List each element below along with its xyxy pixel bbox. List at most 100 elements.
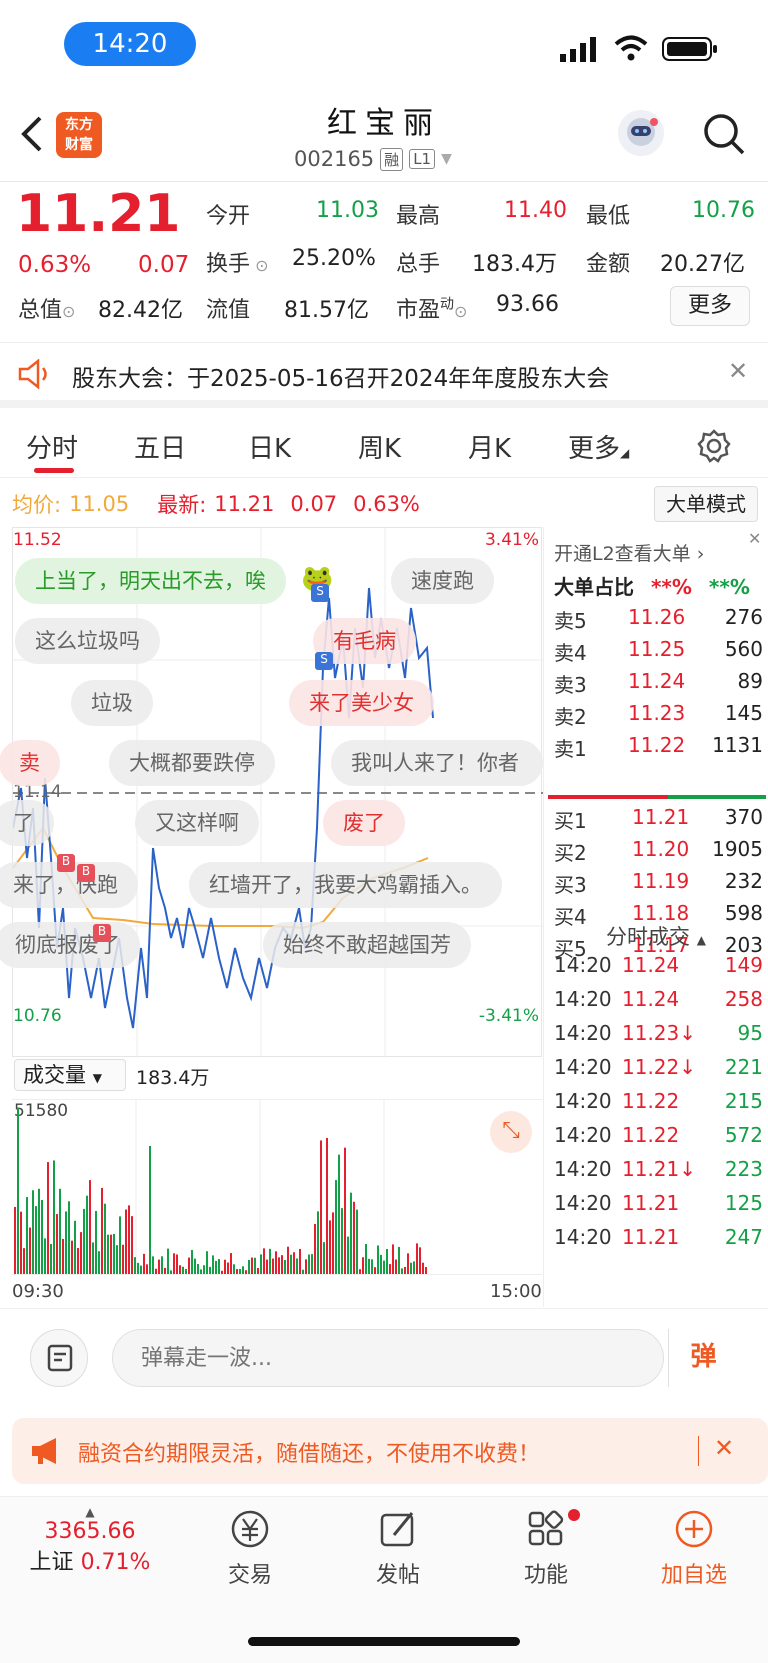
volume-bar: [170, 1270, 172, 1274]
trade-row: 14:20 11.21 247: [554, 1225, 763, 1249]
volume-bar: [314, 1223, 316, 1274]
promo-divider: [698, 1436, 699, 1466]
volume-bar: [29, 1227, 31, 1274]
volume-bar: [353, 1201, 355, 1274]
tab-intraday[interactable]: 分时: [26, 428, 78, 465]
more-button[interactable]: 更多: [670, 286, 750, 326]
volume-bar: [248, 1260, 250, 1274]
tab-month-k[interactable]: 月K: [468, 428, 511, 465]
volume-bar: [80, 1232, 82, 1274]
volume-bar: [122, 1244, 124, 1274]
nav-add-watchlist[interactable]: 加自选: [644, 1507, 744, 1589]
volume-bar: [317, 1211, 319, 1274]
close-icon[interactable]: ✕: [728, 357, 748, 385]
volume-bar: [116, 1245, 118, 1274]
trade-row: 14:20 11.24 258: [554, 987, 763, 1011]
high-value: 11.40: [504, 198, 567, 223]
volume-bar: [350, 1192, 352, 1274]
big-order-mode-button[interactable]: 大单模式: [654, 486, 758, 522]
volume-bar: [26, 1197, 28, 1274]
ask-row: 卖4 11.25 560: [554, 637, 763, 665]
volume-bar: [125, 1209, 127, 1274]
volume-bar: [152, 1256, 154, 1274]
volume-bar: [392, 1244, 394, 1274]
tab-more[interactable]: 更多◢: [568, 428, 629, 465]
volume-bar: [377, 1245, 379, 1274]
trade-row: 14:20 11.22 572: [554, 1123, 763, 1147]
tab-week-k[interactable]: 周K: [358, 428, 401, 465]
danmaku-input[interactable]: [112, 1329, 664, 1387]
volume-bar: [245, 1270, 247, 1274]
volume-bar: [347, 1236, 349, 1274]
stock-title: 红宝丽: [327, 106, 441, 141]
volume-bar: [134, 1257, 136, 1274]
danmaku-item: 红墙开了，我要大鸡霸插入。: [189, 862, 502, 908]
danmaku-item: 了: [0, 800, 54, 846]
volume-bar: [338, 1154, 340, 1274]
tab-day-k[interactable]: 日K: [248, 428, 291, 465]
pe-label: 市盈动⊙: [396, 296, 468, 323]
intraday-chart[interactable]: 11.52 10.76 3.41% -3.41% 11.14 上当了，明天出不去…: [0, 527, 543, 1058]
index-ticker[interactable]: ▲ 3365.66 上证 0.71%: [20, 1505, 160, 1576]
nav-trade[interactable]: 交易: [200, 1507, 300, 1589]
promo-text: 融资合约期限灵活，随借随还，不使用不收费！: [78, 1442, 541, 1467]
volume-bar: [329, 1220, 331, 1274]
order-book: 开通L2查看大单 › ✕ 大单占比 **% **% 卖5 11.26 276 卖4 11…: [543, 527, 768, 1307]
trade-row: 14:20 11.22 215: [554, 1089, 763, 1113]
danmaku-item: 垃圾: [71, 680, 153, 726]
avg-label: 均价:: [12, 493, 62, 517]
volume-bar: [218, 1259, 220, 1274]
gear-icon[interactable]: [696, 428, 732, 464]
signal-icon: [560, 36, 600, 62]
volume-bar: [191, 1249, 193, 1274]
badge-rong: 融: [380, 147, 404, 171]
volume-bar: [254, 1257, 256, 1274]
chart-info-line: 均价: 11.05 最新: 11.21 0.07 0.63%: [12, 488, 420, 520]
volume-bar: [242, 1266, 244, 1274]
volume-selector[interactable]: 成交量 ▼: [14, 1059, 126, 1091]
nav-function[interactable]: 功能: [496, 1507, 596, 1589]
volume-bar: [260, 1254, 262, 1274]
send-danmaku-button[interactable]: 弹: [668, 1329, 738, 1387]
bottom-nav: ▲ 3365.66 上证 0.71% 交易 发帖 功能 加自选: [0, 1496, 768, 1663]
volume-bar: [53, 1160, 55, 1274]
notice-bar[interactable]: 股东大会：于2025-05-16召开2024年年度股东大会 ✕: [0, 342, 768, 408]
notice-text: 股东大会：于2025-05-16召开2024年年度股东大会: [72, 366, 610, 392]
volume-bar: [395, 1259, 397, 1274]
close-icon[interactable]: ✕: [714, 1434, 734, 1462]
danmaku-settings-icon[interactable]: [30, 1329, 88, 1387]
volume-bar: [362, 1257, 364, 1274]
robot-assistant-icon[interactable]: [618, 110, 664, 156]
danmaku-item: 上当了，明天出不去，唉: [15, 558, 286, 604]
high-label: 最高: [396, 204, 441, 229]
buy-marker-icon: B: [93, 924, 111, 942]
app-logo: 东方 财富: [56, 112, 102, 158]
volume-bar: [41, 1199, 43, 1274]
stock-code-row[interactable]: 002165 融 L1 ▼: [294, 144, 452, 174]
pe-value: 93.66: [496, 292, 559, 317]
volume-bar: [212, 1255, 214, 1274]
volume-bar: [185, 1268, 187, 1274]
tab-5day[interactable]: 五日: [134, 428, 186, 465]
nav-post[interactable]: 发帖: [348, 1507, 448, 1589]
volume-bar: [410, 1262, 412, 1274]
volume-bar: [224, 1259, 226, 1274]
l2-upgrade-link[interactable]: 开通L2查看大单 ›: [554, 539, 704, 566]
volume-bar: [380, 1254, 382, 1274]
promo-banner[interactable]: 融资合约期限灵活，随借随还，不使用不收费！ ✕: [12, 1418, 768, 1484]
volume-bar: [275, 1251, 277, 1274]
status-time: 14:20: [64, 22, 196, 66]
search-icon[interactable]: [702, 112, 746, 156]
danmaku-item: 我叫人来了！你者: [331, 740, 543, 786]
latest-change: 0.07: [290, 492, 338, 516]
badge-l1: L1: [409, 149, 436, 169]
volume-bar: [230, 1253, 232, 1274]
close-icon[interactable]: ✕: [748, 529, 761, 548]
volume-bar: [50, 1243, 52, 1274]
expand-icon[interactable]: ⤡: [490, 1111, 532, 1153]
volume-bar: [110, 1234, 112, 1274]
volume-bar: [332, 1212, 334, 1274]
volume-bar: [371, 1259, 373, 1274]
back-icon[interactable]: [18, 114, 46, 154]
mktcap-label: 总值⊙: [18, 298, 76, 323]
